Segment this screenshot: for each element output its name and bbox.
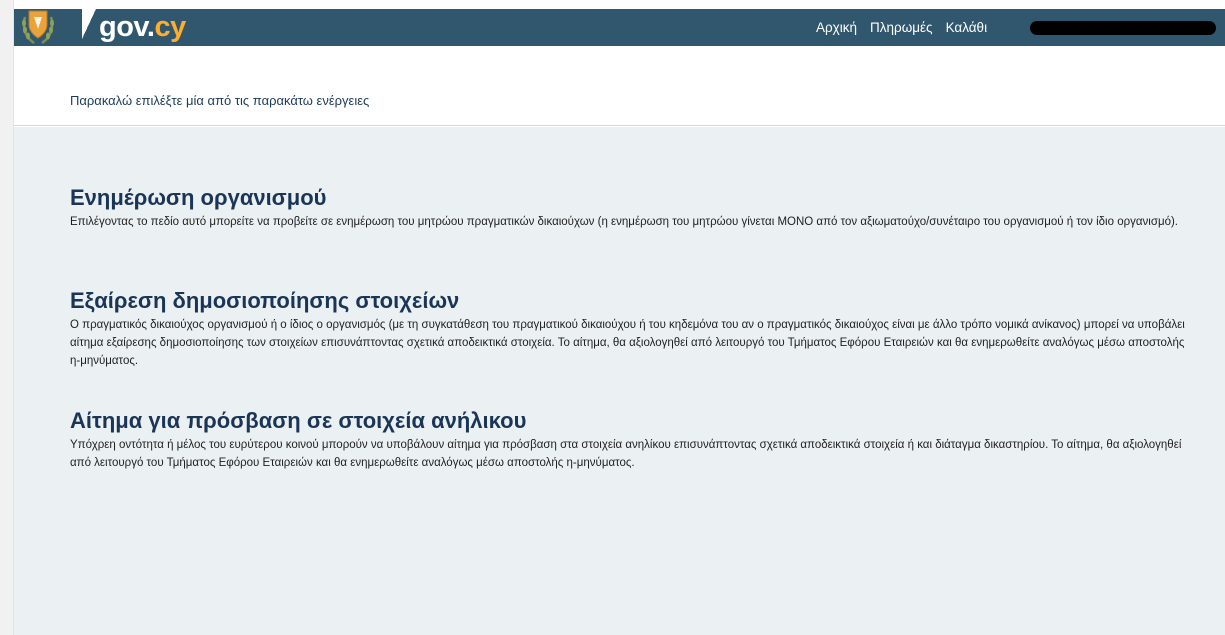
subheader: Παρακαλώ επιλέξτε μία από τις παρακάτω ε… [14, 58, 1225, 126]
nav-link-payments[interactable]: Πληρωμές [870, 20, 933, 35]
option-update-organisation: Ενημέρωση οργανισμού Επιλέγοντας το πεδί… [70, 186, 1190, 231]
logo[interactable] [18, 4, 58, 48]
header-top-margin [14, 0, 1225, 9]
page-instruction: Παρακαλώ επιλέξτε μία από τις παρακάτω ε… [70, 93, 370, 108]
option-minor-data-access: Αίτημα για πρόσβαση σε στοιχεία ανήλικου… [70, 409, 1190, 472]
nav-link-home[interactable]: Αρχική [816, 20, 857, 35]
option-description: Ο πραγματικός δικαιούχος οργανισμού ή ο … [70, 319, 1185, 367]
main-content: Ενημέρωση οργανισμού Επιλέγοντας το πεδί… [14, 127, 1225, 635]
cyprus-coat-of-arms-icon [18, 4, 58, 48]
option-description: Επιλέγοντας το πεδίο αυτό μπορείτε να πρ… [70, 216, 1178, 228]
option-title-minor-data-access[interactable]: Αίτημα για πρόσβαση σε στοιχεία ανήλικου [70, 409, 1190, 433]
option-description: Υπόχρεη οντότητα ή μέλος του ευρύτερου κ… [70, 439, 1182, 469]
top-nav: Αρχική Πληρωμές Καλάθι [816, 9, 987, 46]
option-disclosure-exemption: Εξαίρεση δημοσιοποίησης στοιχείων Ο πραγ… [70, 289, 1190, 370]
option-title-update-organisation[interactable]: Ενημέρωση οργανισμού [70, 186, 1190, 210]
page: gov. cy Αρχική Πληρωμές Καλάθι Παρακαλώ ε… [0, 0, 1225, 635]
brand-text-accent: cy [154, 11, 186, 43]
brand-wordmark[interactable]: gov. cy [85, 9, 186, 46]
left-edge-strip [0, 0, 14, 635]
user-account-menu-redacted[interactable] [1030, 21, 1216, 35]
option-title-disclosure-exemption[interactable]: Εξαίρεση δημοσιοποίησης στοιχείων [70, 289, 1190, 313]
nav-link-cart[interactable]: Καλάθι [946, 20, 988, 35]
brand-text-main: gov. [99, 11, 155, 43]
